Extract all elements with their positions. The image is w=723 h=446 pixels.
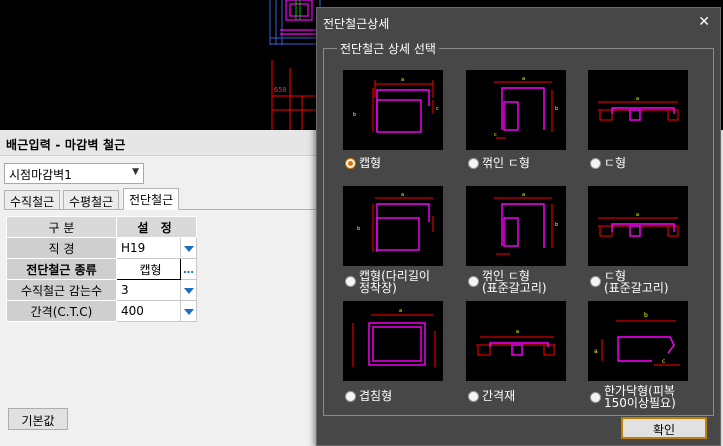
option-single-strand[interactable]: b a c 한가닥형(피복 150이상필요) — [588, 301, 692, 410]
table-row: 전단철근 종류 캡형 … — [6, 258, 197, 280]
bent-c-shape-diagram-icon: a b c — [466, 70, 566, 150]
row-label-wrap-count: 수직철근 감는수 — [6, 279, 117, 301]
wall-select-value: 시점마감벽1 — [9, 168, 72, 182]
option-bent-c-hook[interactable]: a b 꺾인 ㄷ형 (표준갈고리) — [466, 186, 570, 295]
diameter-value[interactable]: H19 — [116, 237, 181, 259]
option-label-bent-c-hook: 꺾인 ㄷ형 (표준갈고리) — [482, 269, 547, 295]
row-label-shear-type: 전단철근 종류 — [6, 258, 117, 280]
tab-vertical-rebar[interactable]: 수직철근 — [4, 190, 61, 209]
option-spacer[interactable]: a 간격재 — [466, 301, 570, 406]
spacer-diagram-icon: a — [466, 301, 566, 381]
c-hook-diagram-icon: a — [588, 186, 688, 266]
svg-text:a: a — [522, 192, 525, 198]
svg-text:c: c — [494, 132, 497, 138]
close-icon[interactable]: ✕ — [698, 14, 710, 30]
radio-c[interactable] — [590, 158, 601, 169]
dropdown-arrow-icon — [183, 309, 194, 315]
svg-text:c: c — [662, 358, 665, 365]
svg-text:b: b — [357, 226, 360, 232]
svg-text:a: a — [401, 192, 404, 198]
row-label-diameter: 직 경 — [6, 237, 117, 259]
column-header-setting: 설 정 — [116, 216, 197, 238]
spacing-dropdown-button[interactable] — [180, 300, 197, 322]
option-label-c-hook: ㄷ형 (표준갈고리) — [604, 269, 669, 295]
cap-shape-diagram-icon: a b c — [343, 70, 443, 150]
option-label-cap: 캡형 — [359, 156, 382, 170]
ellipsis-icon: … — [183, 263, 194, 276]
table-row: 수직철근 감는수 3 — [6, 279, 197, 301]
option-label-bent-c: 꺾인 ㄷ형 — [482, 156, 530, 170]
tab-shear-rebar[interactable]: 전단철근 — [123, 188, 180, 210]
svg-text:b: b — [555, 106, 558, 112]
ok-button[interactable]: 확인 — [621, 417, 707, 439]
radio-spacer[interactable] — [468, 391, 479, 402]
svg-text:a: a — [636, 96, 639, 102]
option-label-c: ㄷ형 — [604, 156, 627, 170]
svg-text:b: b — [353, 112, 356, 118]
svg-text:a: a — [594, 348, 598, 355]
option-c[interactable]: a ㄷ형 — [588, 70, 692, 175]
radio-cap[interactable] — [345, 158, 356, 169]
shear-type-ellipsis-button[interactable]: … — [180, 258, 197, 280]
svg-text:a: a — [399, 308, 402, 314]
svg-text:a: a — [516, 329, 519, 335]
wrap-count-dropdown-button[interactable] — [180, 279, 197, 301]
svg-text:b: b — [555, 222, 558, 228]
c-shape-diagram-icon: a — [588, 70, 688, 150]
dialog-title: 전단철근상세 — [323, 17, 390, 31]
option-cap[interactable]: a b c 캡형 — [343, 70, 447, 175]
row-label-spacing: 간격(C.T.C) — [6, 300, 117, 322]
shear-rebar-detail-dialog: 전단철근상세 ✕ 전단철근 상세 선택 a b c 캡형 a b c 꺾인 ㄷ형… — [316, 7, 721, 446]
option-group-label: 전단철근 상세 선택 — [337, 40, 439, 57]
cad-dimension-text: 650 — [274, 86, 287, 94]
dropdown-arrow-icon — [183, 288, 194, 294]
option-label-single-strand: 한가닥형(피복 150이상필요) — [604, 384, 676, 410]
reset-default-button[interactable]: 기본값 — [8, 408, 68, 430]
overlap-diagram-icon: a — [343, 301, 443, 381]
single-strand-diagram-icon: b a c — [588, 301, 688, 381]
table-row: 직 경 H19 — [6, 237, 197, 259]
bent-c-hook-diagram-icon: a b — [466, 186, 566, 266]
svg-text:a: a — [522, 76, 525, 82]
shear-type-value[interactable]: 캡형 — [116, 258, 181, 280]
wrap-count-value[interactable]: 3 — [116, 279, 181, 301]
radio-cap-anchorage[interactable] — [345, 276, 356, 287]
dropdown-arrow-icon — [183, 246, 194, 252]
tab-horizontal-rebar[interactable]: 수평철근 — [63, 190, 120, 209]
svg-text:c: c — [436, 106, 439, 112]
option-cap-anchorage[interactable]: a b 캡형(다리길이 정착장) — [343, 186, 447, 295]
option-label-spacer: 간격재 — [482, 389, 516, 403]
option-c-hook[interactable]: a ㄷ형 (표준갈고리) — [588, 186, 692, 295]
svg-text:a: a — [401, 77, 404, 83]
option-overlap[interactable]: a 겹침형 — [343, 301, 447, 406]
cap-anchorage-diagram-icon: a b — [343, 186, 443, 266]
chevron-down-icon: ▼ — [132, 167, 139, 177]
spacing-value[interactable]: 400 — [116, 300, 181, 322]
radio-overlap[interactable] — [345, 391, 356, 402]
option-bent-c[interactable]: a b c 꺾인 ㄷ형 — [466, 70, 570, 175]
diameter-dropdown-button[interactable] — [180, 237, 197, 259]
radio-single-strand[interactable] — [590, 392, 601, 403]
radio-c-hook[interactable] — [590, 276, 601, 287]
svg-text:b: b — [644, 312, 648, 319]
radio-bent-c[interactable] — [468, 158, 479, 169]
table-row: 간격(C.T.C) 400 — [6, 300, 197, 322]
column-header-category: 구 분 — [6, 216, 117, 238]
radio-bent-c-hook[interactable] — [468, 276, 479, 287]
wall-select[interactable]: 시점마감벽1 ▼ — [4, 163, 144, 184]
settings-table: 구 분 설 정 직 경 H19 전단철근 종류 캡형 … 수직철근 감는수 3 … — [6, 216, 197, 322]
option-label-overlap: 겹침형 — [359, 389, 393, 403]
svg-text:a: a — [636, 212, 639, 218]
panel-title: 배근입력 - 마감벽 철근 — [0, 130, 320, 156]
option-label-cap-anchorage: 캡형(다리길이 정착장) — [359, 269, 430, 295]
rebar-input-panel: 배근입력 - 마감벽 철근 시점마감벽1 ▼ 수직철근 수평철근 전단철근 구 … — [0, 130, 320, 446]
